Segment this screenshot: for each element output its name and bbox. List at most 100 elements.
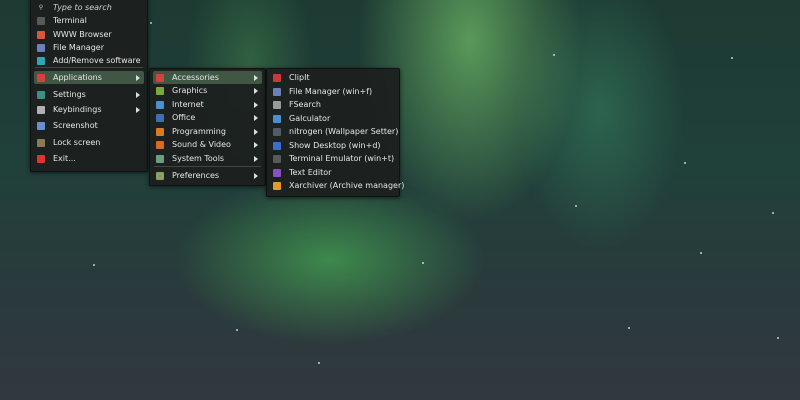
search-icon: ⚲ — [38, 4, 44, 11]
text-editor-icon — [273, 168, 281, 177]
settings-icon — [37, 90, 45, 99]
main-menu-item-add-remove-software[interactable]: Add/Remove software — [34, 54, 144, 67]
archive-icon — [273, 181, 281, 190]
apps-menu-item-sound-video[interactable]: Sound & Video — [153, 138, 262, 151]
chevron-right-icon — [254, 141, 258, 148]
accessories-menu-item-label: Galculator — [289, 114, 331, 123]
multimedia-icon — [156, 140, 164, 149]
accessories-menu-item-label: ClipIt — [289, 73, 310, 82]
apps-menu-item-graphics[interactable]: Graphics — [153, 84, 262, 97]
apps-menu-item-label: Office — [172, 113, 196, 122]
main-menu-item-www-browser[interactable]: WWW Browser — [34, 28, 144, 41]
main-menu-item-applications[interactable]: Applications — [34, 71, 144, 84]
internet-icon — [156, 100, 164, 109]
accessories-menu-item-label: Terminal Emulator (win+t) — [289, 154, 395, 163]
main-menu-item-keybindings[interactable]: Keybindings — [34, 103, 144, 116]
apps-menu-item-accessories[interactable]: Accessories — [153, 71, 262, 84]
accessories-icon — [156, 73, 164, 82]
apps-menu-item-label: Accessories — [172, 73, 219, 82]
folder-icon — [273, 87, 281, 96]
accessories-menu-item-label: Show Desktop (win+d) — [289, 141, 381, 150]
accessories-submenu: ClipIt File Manager (win+f) FSearch Galcula… — [266, 68, 404, 197]
chevron-right-icon — [136, 91, 140, 98]
terminal-icon — [37, 16, 45, 25]
main-menu-item-settings[interactable]: Settings — [34, 88, 144, 101]
camera-icon — [37, 121, 45, 130]
menu-separator — [35, 67, 143, 68]
main-menu-item-label: Terminal — [53, 16, 87, 25]
main-menu: ⚲ Type to search Terminal WWW Browser File… — [30, 0, 148, 172]
chevron-right-icon — [136, 74, 140, 81]
system-tools-icon — [156, 154, 164, 163]
accessories-menu-item-terminal-emulator-win-t[interactable]: Terminal Emulator (win+t) — [270, 152, 396, 165]
menu-separator — [154, 166, 261, 167]
apps-menu-item-label: Sound & Video — [172, 140, 231, 149]
chevron-right-icon — [254, 128, 258, 135]
accessories-menu-item-clipit[interactable]: ClipIt — [270, 71, 396, 84]
accessories-menu-item-label: Text Editor — [289, 168, 332, 177]
accessories-menu-item-text-editor[interactable]: Text Editor — [270, 166, 396, 179]
chevron-right-icon — [254, 155, 258, 162]
accessories-menu-item-label: nitrogen (Wallpaper Setter) — [289, 127, 399, 136]
search-field[interactable]: ⚲ Type to search — [34, 1, 144, 14]
chevron-right-icon — [254, 172, 258, 179]
chevron-right-icon — [254, 101, 258, 108]
chevron-right-icon — [136, 106, 140, 113]
main-menu-item-label: Screenshot — [53, 121, 98, 130]
main-menu-item-screenshot[interactable]: Screenshot — [34, 119, 144, 132]
lock-icon — [37, 138, 45, 147]
chevron-right-icon — [254, 114, 258, 121]
main-menu-item-label: Applications — [53, 73, 102, 82]
main-menu-item-label: Keybindings — [53, 105, 102, 114]
terminal-icon — [273, 154, 281, 163]
main-menu-item-file-manager[interactable]: File Manager — [34, 41, 144, 54]
main-menu-item-terminal[interactable]: Terminal — [34, 14, 144, 27]
apps-menu-item-label: System Tools — [172, 154, 225, 163]
apps-menu-item-internet[interactable]: Internet — [153, 98, 262, 111]
browser-icon — [37, 30, 45, 39]
power-icon — [37, 154, 45, 163]
package-icon — [37, 56, 45, 65]
accessories-menu-item-galculator[interactable]: Galculator — [270, 112, 396, 125]
main-menu-item-label: Settings — [53, 90, 86, 99]
accessories-menu-item-nitrogen-wallpaper-setter[interactable]: nitrogen (Wallpaper Setter) — [270, 125, 399, 138]
search-icon — [273, 100, 281, 109]
main-menu-item-label: Exit... — [53, 154, 76, 163]
main-menu-item-label: WWW Browser — [53, 30, 112, 39]
chevron-right-icon — [254, 87, 258, 94]
programming-icon — [156, 127, 164, 136]
office-icon — [156, 113, 164, 122]
apps-menu-item-programming[interactable]: Programming — [153, 125, 262, 138]
preferences-icon — [156, 171, 164, 180]
accessories-menu-item-label: File Manager (win+f) — [289, 87, 373, 96]
apps-menu-item-label: Graphics — [172, 86, 208, 95]
apps-menu-item-label: Internet — [172, 100, 204, 109]
wallpaper-icon — [273, 127, 281, 136]
accessories-menu-item-file-manager-win-f[interactable]: File Manager (win+f) — [270, 85, 396, 98]
applications-icon — [37, 73, 45, 82]
main-menu-item-label: Lock screen — [53, 138, 101, 147]
folder-icon — [37, 43, 45, 52]
clipboard-icon — [273, 73, 281, 82]
accessories-menu-item-xarchiver-archive-manager[interactable]: Xarchiver (Archive manager) — [270, 179, 404, 192]
apps-menu-item-label: Preferences — [172, 171, 220, 180]
chevron-right-icon — [254, 74, 258, 81]
keyboard-icon — [37, 105, 45, 114]
apps-menu-item-preferences[interactable]: Preferences — [153, 169, 262, 182]
graphics-icon — [156, 86, 164, 95]
applications-submenu: Accessories Graphics Internet Office Program… — [149, 68, 266, 186]
apps-menu-item-system-tools[interactable]: System Tools — [153, 152, 262, 165]
main-menu-item-label: File Manager — [53, 43, 104, 52]
accessories-menu-item-show-desktop-win-d[interactable]: Show Desktop (win+d) — [270, 139, 396, 152]
apps-menu-item-label: Programming — [172, 127, 226, 136]
accessories-menu-item-fsearch[interactable]: FSearch — [270, 98, 396, 111]
search-placeholder: Type to search — [53, 3, 112, 12]
main-menu-item-label: Add/Remove software — [53, 56, 141, 65]
desktop-icon — [273, 141, 281, 150]
apps-menu-item-office[interactable]: Office — [153, 111, 262, 124]
main-menu-item-exit[interactable]: Exit... — [34, 152, 144, 165]
main-menu-item-lock-screen[interactable]: Lock screen — [34, 136, 144, 149]
accessories-menu-item-label: Xarchiver (Archive manager) — [289, 181, 405, 190]
accessories-menu-item-label: FSearch — [289, 100, 321, 109]
calculator-icon — [273, 114, 281, 123]
